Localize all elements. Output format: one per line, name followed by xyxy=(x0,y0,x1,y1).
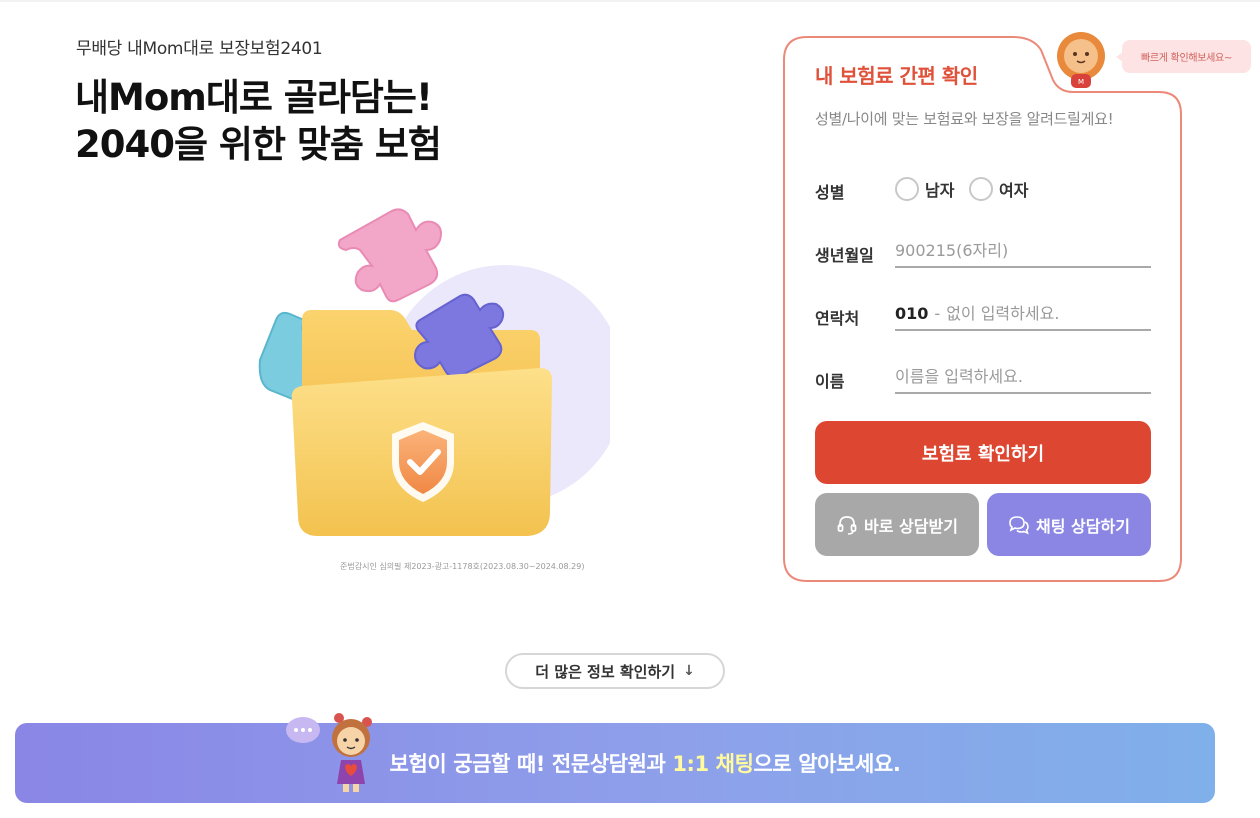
quote-title: 내 보험료 간편 확인 xyxy=(815,64,978,88)
down-arrow-icon: ↓ xyxy=(683,663,695,679)
chat-consult-label: 채팅 상담하기 xyxy=(1036,516,1130,536)
ad-disclaimer: 준법감시인 심의필 제2023-광고-1178호(2023.08.30~2024… xyxy=(340,562,585,571)
name-field xyxy=(895,360,1151,394)
radio-circle[interactable] xyxy=(969,177,993,201)
name-label: 이름 xyxy=(815,372,845,391)
phone-field: 010 - xyxy=(895,297,1151,331)
birth-label: 생년월일 xyxy=(815,246,874,265)
premium-quote-card: 내 보험료 간편 확인 성별/나이에 맞는 보험료와 보장을 알려드릴게요! 성… xyxy=(783,36,1183,583)
birth-input[interactable] xyxy=(895,240,1151,260)
phone-dash: - xyxy=(934,303,941,323)
phone-label: 연락처 xyxy=(815,309,860,328)
banner-highlight: 1:1 채팅 xyxy=(672,752,754,776)
folder-shield-illustration xyxy=(258,208,610,536)
more-info-label: 더 많은 정보 확인하기 xyxy=(535,662,676,681)
top-divider xyxy=(0,0,1260,2)
name-input[interactable] xyxy=(895,366,1151,386)
chat-consult-button[interactable]: 채팅 상담하기 xyxy=(987,493,1151,556)
banner-text: 보험이 궁금할 때! 전문상담원과 1:1 채팅으로 알아보세요. xyxy=(390,748,901,778)
girl-mascot-icon xyxy=(286,713,372,792)
headline-line-1: 내Mom대로 골라담는! xyxy=(75,76,433,119)
more-info-button[interactable]: 더 많은 정보 확인하기 ↓ xyxy=(505,653,725,689)
headline-line-2: 2040을 위한 맞춤 보험 xyxy=(75,123,442,166)
call-consult-button[interactable]: 바로 상담받기 xyxy=(815,493,979,556)
gender-male-radio[interactable]: 남자 xyxy=(895,177,954,201)
gender-female-label: 여자 xyxy=(999,181,1029,200)
phone-prefix: 010 xyxy=(895,303,929,323)
gender-label: 성별 xyxy=(815,183,845,202)
lion-mascot-icon: M xyxy=(1057,32,1105,88)
speech-bubble: 빠르게 확인해보세요~ xyxy=(1116,40,1251,73)
svg-text:M: M xyxy=(1078,78,1084,86)
check-premium-button[interactable]: 보험료 확인하기 xyxy=(815,421,1151,484)
gender-female-radio[interactable]: 여자 xyxy=(969,177,1028,201)
call-consult-label: 바로 상담받기 xyxy=(864,516,958,536)
product-name: 무배당 내Mom대로 보장보험2401 xyxy=(76,39,323,59)
gender-male-label: 남자 xyxy=(925,181,955,200)
chat-bubbles-icon xyxy=(1008,514,1030,536)
radio-circle[interactable] xyxy=(895,177,919,201)
banner-text-before: 보험이 궁금할 때! 전문상담원과 xyxy=(389,752,673,776)
banner-text-after: 으로 알아보세요. xyxy=(753,752,901,776)
chat-banner[interactable]: 보험이 궁금할 때! 전문상담원과 1:1 채팅으로 알아보세요. xyxy=(15,723,1215,803)
headset-icon xyxy=(836,514,858,536)
phone-input[interactable] xyxy=(946,303,1151,323)
birth-field xyxy=(895,234,1151,268)
page-headline: 내Mom대로 골라담는! 2040을 위한 맞춤 보험 xyxy=(75,74,442,168)
quote-description: 성별/나이에 맞는 보험료와 보장을 알려드릴게요! xyxy=(815,110,1114,128)
